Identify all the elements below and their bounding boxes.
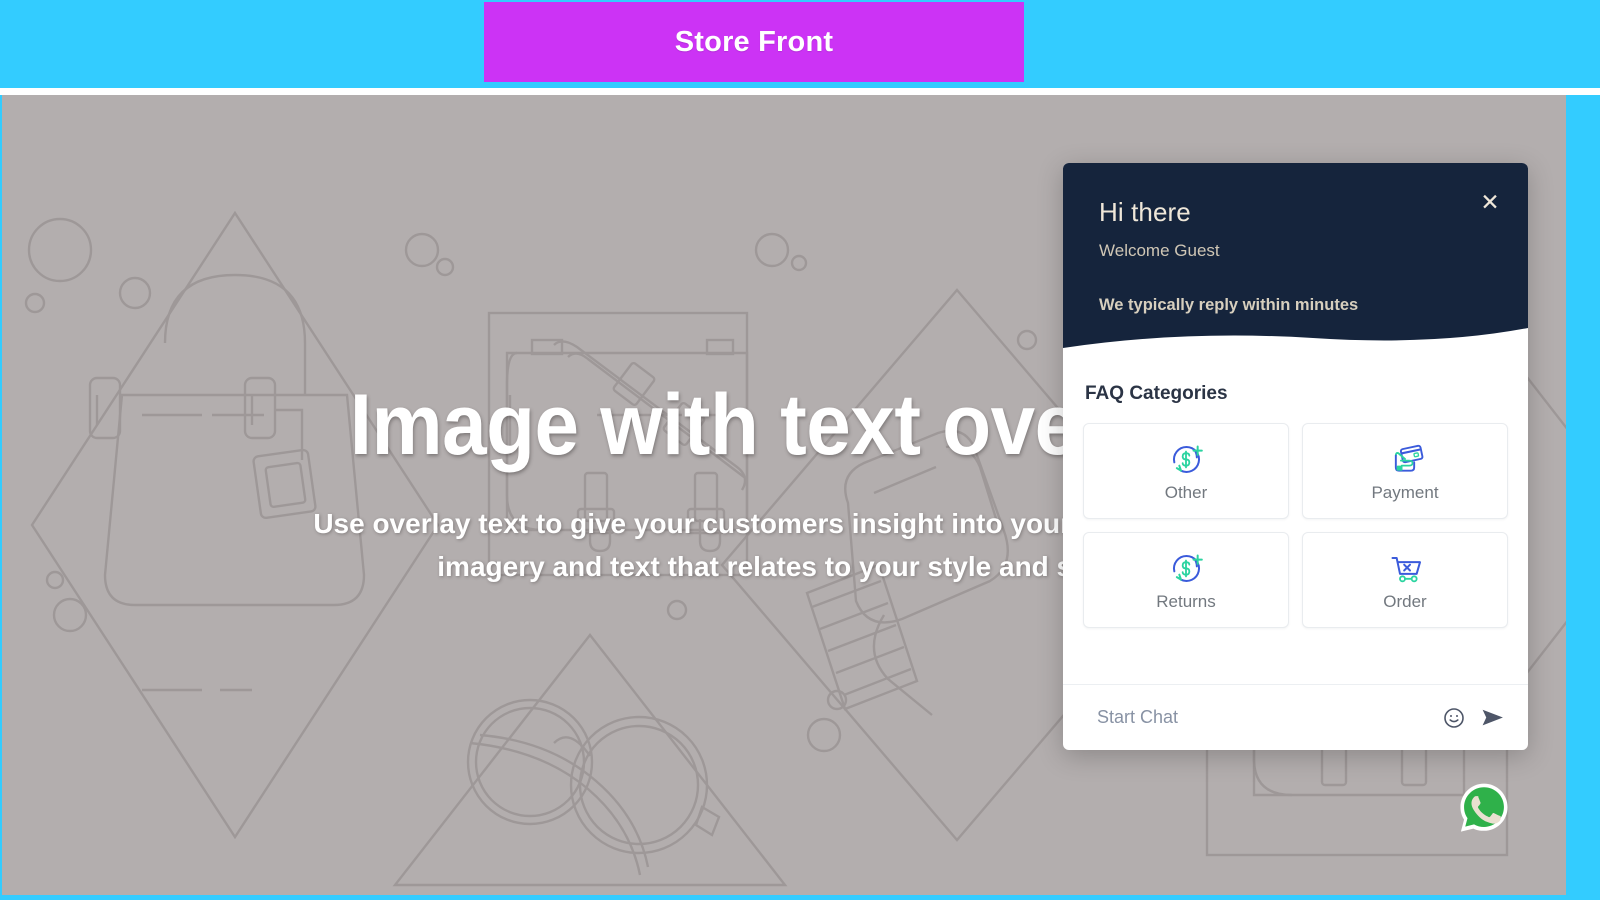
store-front-tab[interactable]: Store Front bbox=[484, 2, 1024, 82]
chat-widget: Hi there Welcome Guest We typically repl… bbox=[1063, 163, 1528, 750]
faq-section-title: FAQ Categories bbox=[1085, 383, 1228, 404]
chat-welcome-text: Welcome Guest bbox=[1099, 241, 1220, 260]
faq-card-label: Returns bbox=[1156, 592, 1216, 611]
faq-card-label: Order bbox=[1383, 592, 1427, 611]
faq-card-other[interactable]: Other bbox=[1083, 423, 1289, 519]
chat-greeting-title: Hi there bbox=[1099, 197, 1191, 227]
refund-icon bbox=[1172, 554, 1203, 582]
send-icon[interactable] bbox=[1478, 704, 1506, 732]
faq-card-label: Other bbox=[1164, 483, 1208, 502]
chat-reply-time-text: We typically reply within minutes bbox=[1099, 296, 1359, 314]
chat-message-input[interactable] bbox=[1097, 707, 1430, 728]
refund-icon bbox=[1172, 445, 1203, 473]
top-bar: Store Front bbox=[0, 0, 1600, 88]
faq-card-payment[interactable]: Payment bbox=[1302, 423, 1508, 519]
chat-widget-header: Hi there Welcome Guest We typically repl… bbox=[1063, 163, 1528, 356]
faq-card-order[interactable]: Order bbox=[1302, 532, 1508, 628]
faq-card-returns[interactable]: Returns bbox=[1083, 532, 1289, 628]
chat-widget-body: FAQ Categories Other Payment Returns Ord… bbox=[1063, 355, 1528, 684]
whatsapp-icon bbox=[1460, 783, 1508, 832]
faq-card-label: Payment bbox=[1371, 483, 1439, 502]
whatsapp-button[interactable] bbox=[1455, 780, 1513, 838]
close-icon[interactable]: ✕ bbox=[1476, 189, 1504, 217]
credit-card-hand-icon bbox=[1394, 444, 1424, 472]
store-front-tab-label: Store Front bbox=[674, 25, 834, 58]
header-wave-divider bbox=[1063, 328, 1528, 356]
smiley-icon[interactable] bbox=[1440, 704, 1468, 732]
storefront-page: Store Front Image with text overlay Use … bbox=[0, 0, 1600, 900]
header-divider bbox=[0, 88, 1600, 95]
faq-category-grid: Other Payment Returns Order bbox=[1083, 423, 1508, 628]
chat-widget-footer bbox=[1063, 684, 1528, 750]
cart-cancel-icon bbox=[1391, 557, 1421, 583]
